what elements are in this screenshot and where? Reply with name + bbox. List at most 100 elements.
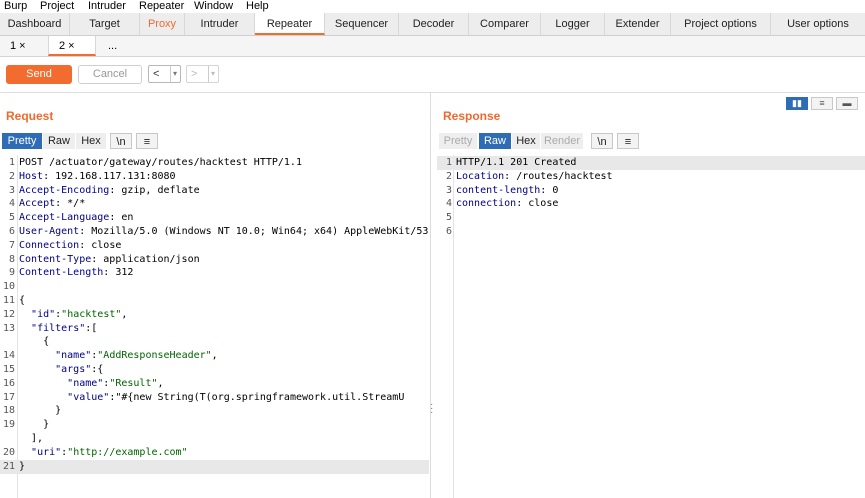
request-line-text: { bbox=[19, 336, 50, 348]
response-raw-button[interactable]: Raw bbox=[479, 133, 511, 149]
cancel-button[interactable]: Cancel bbox=[78, 65, 142, 84]
request-line: 3 Accept-Encoding: gzip, deflate bbox=[0, 184, 429, 198]
request-pretty-button[interactable]: Pretty bbox=[2, 133, 42, 149]
request-hex-button[interactable]: Hex bbox=[76, 133, 106, 149]
request-line: 12 "id":"hacktest", bbox=[0, 308, 429, 322]
menu-help[interactable]: Help bbox=[246, 0, 269, 13]
layout-top-bottom-icon[interactable]: ≡ bbox=[811, 97, 833, 110]
request-line: 10 bbox=[0, 280, 429, 294]
request-line-number: 12 bbox=[2, 308, 15, 320]
menu-intruder[interactable]: Intruder bbox=[88, 0, 126, 13]
request-line-number: 10 bbox=[2, 281, 15, 293]
response-line: 6 bbox=[437, 225, 865, 239]
request-newline-toggle[interactable]: \n bbox=[110, 133, 132, 149]
tab-comparer[interactable]: Comparer bbox=[469, 13, 541, 35]
history-back-button[interactable]: < ▾ bbox=[148, 65, 181, 83]
layout-tabs-icon[interactable]: ▬ bbox=[836, 97, 858, 110]
tab-proxy[interactable]: Proxy bbox=[140, 13, 185, 35]
response-line: 4 connection: close bbox=[437, 197, 865, 211]
response-title: Response bbox=[443, 109, 501, 123]
request-header-name: Host bbox=[19, 170, 44, 182]
request-line: 17 "value":"#{new String(T(org.springfra… bbox=[0, 391, 429, 405]
request-line: 20 "uri":"http://example.com" bbox=[0, 446, 429, 460]
repeater-tab-bar: 1 × 2 × ... bbox=[0, 36, 865, 57]
tab-decoder[interactable]: Decoder bbox=[399, 13, 469, 35]
request-header-value: : Mozilla/5.0 (Windows NT 10.0; Win64; x… bbox=[79, 226, 429, 237]
request-header-value: : 312 bbox=[103, 267, 134, 279]
request-line-text: } bbox=[19, 405, 62, 417]
menu-burp[interactable]: Burp bbox=[4, 0, 27, 13]
request-raw-button[interactable]: Raw bbox=[43, 133, 75, 149]
response-header-value: : close bbox=[516, 198, 559, 210]
request-line: 1 POST /actuator/gateway/routes/hacktest … bbox=[0, 156, 429, 170]
request-line-number: 2 bbox=[8, 170, 15, 182]
request-header-name: Connection bbox=[19, 239, 80, 251]
request-line-number: 18 bbox=[2, 405, 15, 417]
splitter-grip-icon[interactable]: · · · bbox=[430, 400, 433, 418]
request-line-number: 13 bbox=[2, 322, 15, 334]
tab-user-options[interactable]: User options bbox=[771, 13, 865, 35]
response-newline-toggle[interactable]: \n bbox=[591, 133, 613, 149]
send-button[interactable]: Send bbox=[6, 65, 72, 84]
repeater-tab-1[interactable]: 1 × bbox=[0, 36, 46, 56]
request-header-value: : en bbox=[109, 212, 134, 224]
response-header-name: content-length bbox=[456, 184, 541, 196]
layout-side-by-side-icon[interactable]: ▮▮ bbox=[786, 97, 808, 110]
request-title: Request bbox=[6, 109, 54, 123]
tab-intruder[interactable]: Intruder bbox=[185, 13, 255, 35]
tab-repeater[interactable]: Repeater bbox=[255, 13, 325, 35]
request-line-number: 15 bbox=[2, 364, 15, 375]
request-line-number: 9 bbox=[8, 267, 15, 279]
request-line-number: 17 bbox=[2, 391, 15, 403]
request-header-name: Content-Length bbox=[19, 267, 104, 279]
panel-splitter[interactable] bbox=[430, 92, 431, 498]
tab-extender[interactable]: Extender bbox=[605, 13, 671, 35]
request-editor[interactable]: 1 POST /actuator/gateway/routes/hacktest … bbox=[0, 156, 430, 496]
response-line: 3 content-length: 0 bbox=[437, 184, 865, 198]
request-line: { bbox=[0, 335, 429, 349]
response-line-text: HTTP/1.1 201 Created bbox=[456, 157, 577, 168]
response-editor[interactable]: 1 HTTP/1.1 201 Created 2 Location: /routes/… bbox=[437, 156, 865, 496]
response-menu-icon[interactable]: ≡ bbox=[617, 133, 639, 149]
tab-dashboard[interactable]: Dashboard bbox=[0, 13, 70, 35]
back-arrow-icon: < bbox=[153, 68, 160, 80]
request-menu-icon[interactable]: ≡ bbox=[136, 133, 158, 149]
chevron-down-icon[interactable]: ▾ bbox=[169, 66, 177, 82]
repeater-tab-more[interactable]: ... bbox=[98, 36, 132, 56]
request-line-text: "name":"AddResponseHeader", bbox=[55, 350, 218, 362]
request-line: 15 "args":{ bbox=[0, 363, 429, 377]
response-render-button[interactable]: Render bbox=[541, 133, 583, 149]
response-hex-button[interactable]: Hex bbox=[512, 133, 540, 149]
request-line-number: 21 bbox=[2, 460, 15, 472]
request-line-number: 6 bbox=[8, 226, 15, 237]
main-tab-bar: Dashboard Target Proxy Intruder Repeater… bbox=[0, 13, 865, 36]
request-line-number: 20 bbox=[2, 446, 15, 458]
request-header-value: : close bbox=[79, 239, 122, 251]
history-forward-button[interactable]: > ▾ bbox=[186, 65, 219, 83]
request-line-text: { bbox=[19, 295, 26, 306]
request-line: 16 "name":"Result", bbox=[0, 377, 429, 391]
tab-project-options[interactable]: Project options bbox=[671, 13, 771, 35]
request-line: 18 } bbox=[0, 404, 429, 418]
request-line: 21} bbox=[0, 459, 429, 474]
request-header-name: Accept-Encoding bbox=[19, 184, 110, 196]
menu-repeater[interactable]: Repeater bbox=[139, 0, 184, 13]
menu-window[interactable]: Window bbox=[194, 0, 233, 13]
request-header-value: : gzip, deflate bbox=[109, 184, 200, 196]
request-line-text: "filters":[ bbox=[31, 322, 98, 334]
response-pretty-button[interactable]: Pretty bbox=[439, 133, 477, 149]
request-line-number: 4 bbox=[8, 198, 15, 210]
request-line-number: 1 bbox=[8, 157, 15, 168]
repeater-tab-2[interactable]: 2 × bbox=[48, 36, 96, 56]
request-header-value: : */* bbox=[55, 198, 86, 210]
menu-project[interactable]: Project bbox=[40, 0, 74, 13]
tab-logger[interactable]: Logger bbox=[541, 13, 605, 35]
chevron-down-icon[interactable]: ▾ bbox=[207, 66, 215, 82]
request-line: 7 Connection: close bbox=[0, 239, 429, 253]
tab-target[interactable]: Target bbox=[70, 13, 140, 35]
request-line: 2 Host: 192.168.117.131:8080 bbox=[0, 170, 429, 184]
response-line: 1 HTTP/1.1 201 Created bbox=[437, 156, 865, 170]
request-header-name: User-Agent bbox=[19, 226, 80, 237]
tab-sequencer[interactable]: Sequencer bbox=[325, 13, 399, 35]
request-view-toolbar: Pretty Raw Hex \n ≡ bbox=[2, 133, 162, 150]
